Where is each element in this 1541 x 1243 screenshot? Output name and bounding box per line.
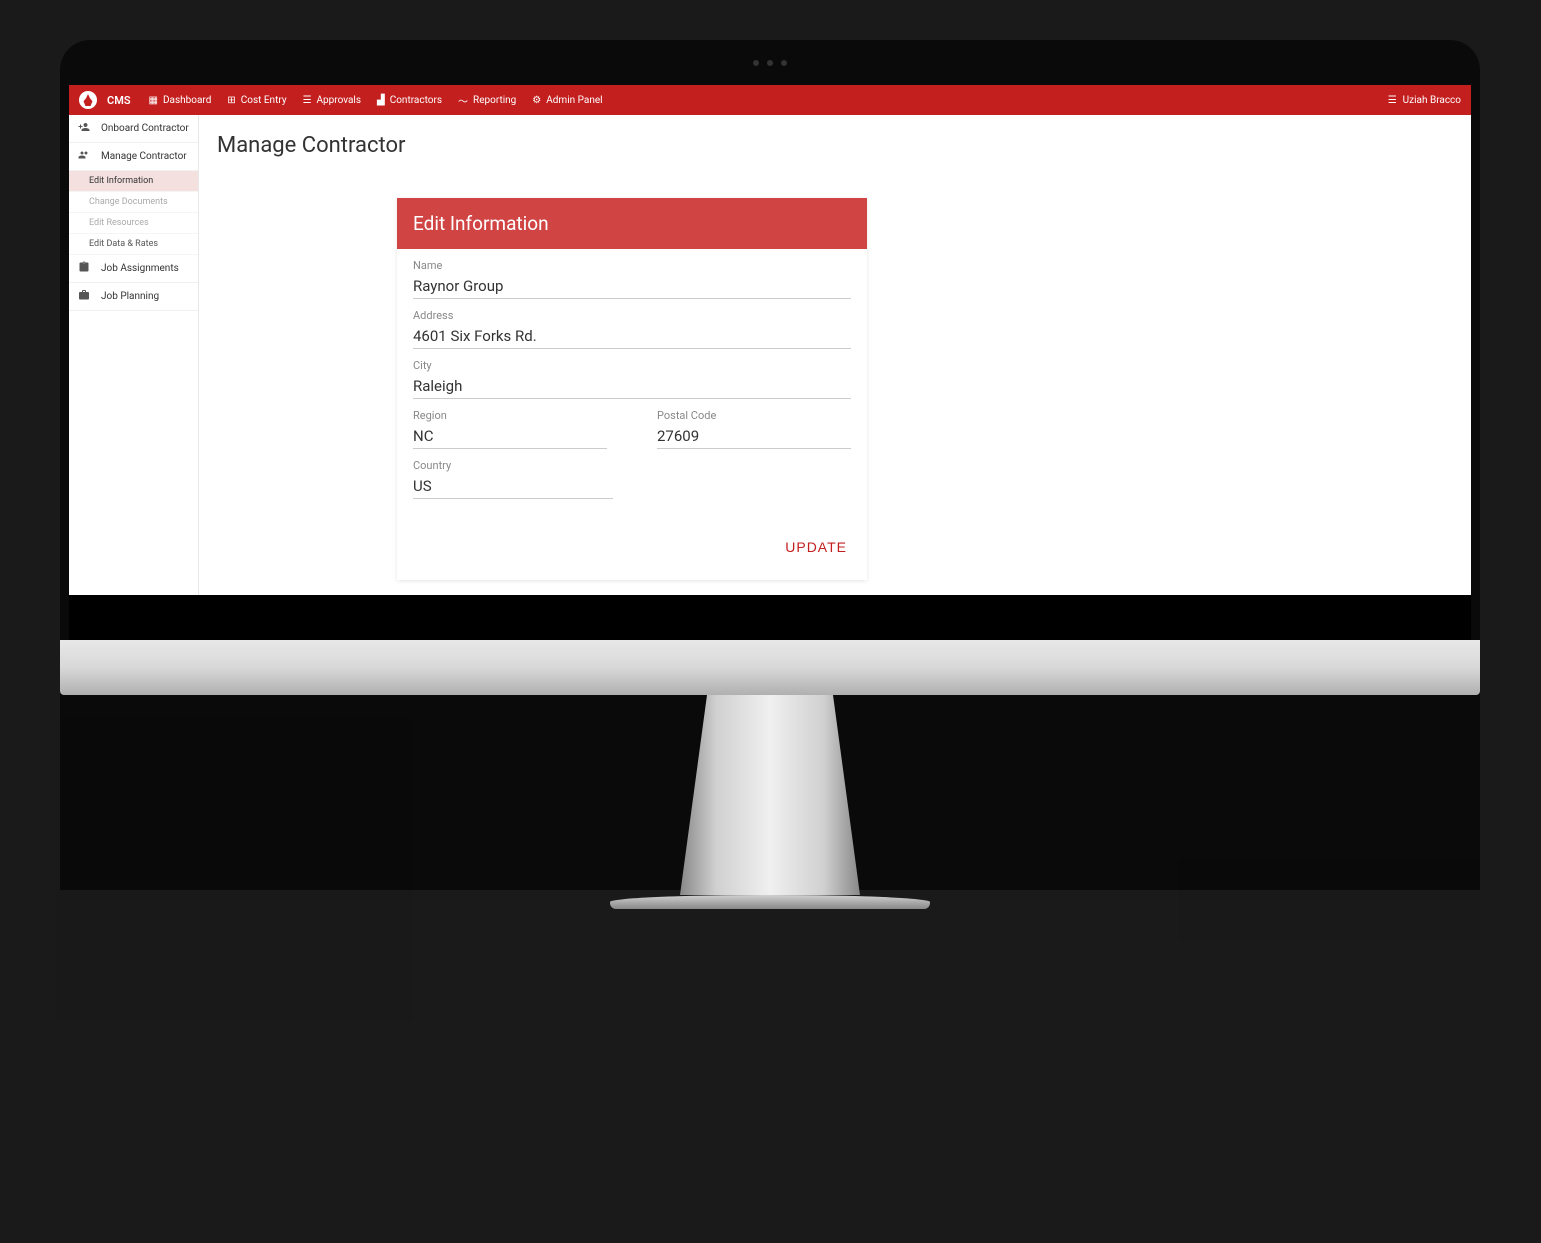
- nav-label: Reporting: [473, 95, 516, 106]
- card-body: Name Address City: [397, 249, 867, 580]
- lock-icon: ⚙: [532, 95, 541, 106]
- sidebar-sublabel: Edit Information: [89, 176, 153, 186]
- reflection-shadow: [60, 720, 410, 1020]
- nav-label: Dashboard: [163, 95, 211, 106]
- sidebar-subitem-edit-information[interactable]: Edit Information: [69, 171, 198, 192]
- trending-icon: 〜: [458, 93, 468, 108]
- field-name: Name: [413, 259, 851, 299]
- address-input[interactable]: [413, 324, 851, 349]
- user-name: Uziah Bracco: [1403, 95, 1461, 106]
- country-input[interactable]: [413, 474, 613, 499]
- card-actions: UPDATE: [413, 509, 851, 564]
- edit-info-card: Edit Information Name Address City: [397, 198, 867, 580]
- dashboard-icon: ▦: [149, 95, 158, 106]
- content-area: Manage Contractor Edit Information Name …: [199, 115, 1471, 635]
- sidebar-subitem-change-documents[interactable]: Change Documents: [69, 192, 198, 213]
- region-input[interactable]: [413, 424, 607, 449]
- update-button[interactable]: UPDATE: [785, 539, 847, 555]
- name-input[interactable]: [413, 274, 851, 299]
- postal-input[interactable]: [657, 424, 851, 449]
- sidebar-label: Manage Contractor: [101, 151, 187, 162]
- nav-label: Approvals: [317, 95, 361, 106]
- nav-dashboard[interactable]: ▦ Dashboard: [149, 95, 212, 106]
- field-city: City: [413, 359, 851, 399]
- nav-label: Contractors: [390, 95, 442, 106]
- field-region: Region: [413, 409, 607, 449]
- nav-label: Admin Panel: [546, 95, 602, 106]
- main-area: Onboard Contractor Manage Contractor Edi…: [69, 115, 1471, 635]
- monitor-bezel-bottom: [69, 595, 1471, 640]
- field-label-address: Address: [413, 309, 851, 322]
- money-icon: ⊞: [227, 95, 235, 106]
- check-icon: ☰: [303, 95, 312, 106]
- sidebar-label: Job Planning: [101, 291, 159, 302]
- nav-reporting[interactable]: 〜 Reporting: [458, 93, 516, 108]
- sidebar-item-job-planning[interactable]: Job Planning: [69, 283, 198, 311]
- field-label-region: Region: [413, 409, 607, 422]
- nav-admin-panel[interactable]: ⚙ Admin Panel: [532, 95, 602, 106]
- menu-icon: ☰: [1388, 95, 1397, 106]
- sidebar-item-manage-contractor[interactable]: Manage Contractor: [69, 143, 198, 171]
- sidebar-sublabel: Edit Data & Rates: [89, 239, 158, 249]
- assignment-icon: [77, 261, 91, 276]
- sidebar-sublabel: Change Documents: [89, 197, 168, 207]
- sidebar-label: Job Assignments: [101, 263, 179, 274]
- nav-approvals[interactable]: ☰ Approvals: [303, 95, 361, 106]
- app-name: CMS: [107, 94, 131, 107]
- page-title: Manage Contractor: [217, 133, 1471, 158]
- sidebar: Onboard Contractor Manage Contractor Edi…: [69, 115, 199, 635]
- user-menu[interactable]: ☰ Uziah Bracco: [1388, 95, 1461, 106]
- monitor-foot: [610, 895, 930, 909]
- field-address: Address: [413, 309, 851, 349]
- monitor-camera-dots: [753, 60, 787, 66]
- sidebar-subitem-edit-resources[interactable]: Edit Resources: [69, 213, 198, 234]
- card-header: Edit Information: [397, 198, 867, 249]
- field-label-city: City: [413, 359, 851, 372]
- field-postal: Postal Code: [657, 409, 851, 449]
- app-header: CMS ▦ Dashboard ⊞ Cost Entry ☰ Approvals…: [69, 85, 1471, 115]
- field-label-country: Country: [413, 459, 613, 472]
- field-label-name: Name: [413, 259, 851, 272]
- monitor-chin: [60, 640, 1480, 695]
- reflection-shadow: [1181, 860, 1481, 940]
- person-add-icon: [77, 121, 91, 136]
- city-input[interactable]: [413, 374, 851, 399]
- sidebar-item-job-assignments[interactable]: Job Assignments: [69, 255, 198, 283]
- logo-icon[interactable]: [79, 91, 97, 109]
- field-label-postal: Postal Code: [657, 409, 851, 422]
- region-postal-row: Region Postal Code: [413, 409, 851, 459]
- nav-cost-entry[interactable]: ⊞ Cost Entry: [227, 95, 286, 106]
- people-icon: ▟: [377, 95, 385, 106]
- sidebar-item-onboard-contractor[interactable]: Onboard Contractor: [69, 115, 198, 143]
- nav-contractors[interactable]: ▟ Contractors: [377, 95, 442, 106]
- field-country: Country: [413, 459, 613, 499]
- sidebar-label: Onboard Contractor: [101, 123, 189, 134]
- sidebar-subitem-edit-data-rates[interactable]: Edit Data & Rates: [69, 234, 198, 255]
- people-icon: [77, 149, 91, 164]
- nav-label: Cost Entry: [241, 95, 287, 106]
- sidebar-sublabel: Edit Resources: [89, 218, 149, 228]
- screen: CMS ▦ Dashboard ⊞ Cost Entry ☰ Approvals…: [69, 85, 1471, 635]
- monitor-neck: [680, 695, 860, 895]
- work-icon: [77, 289, 91, 304]
